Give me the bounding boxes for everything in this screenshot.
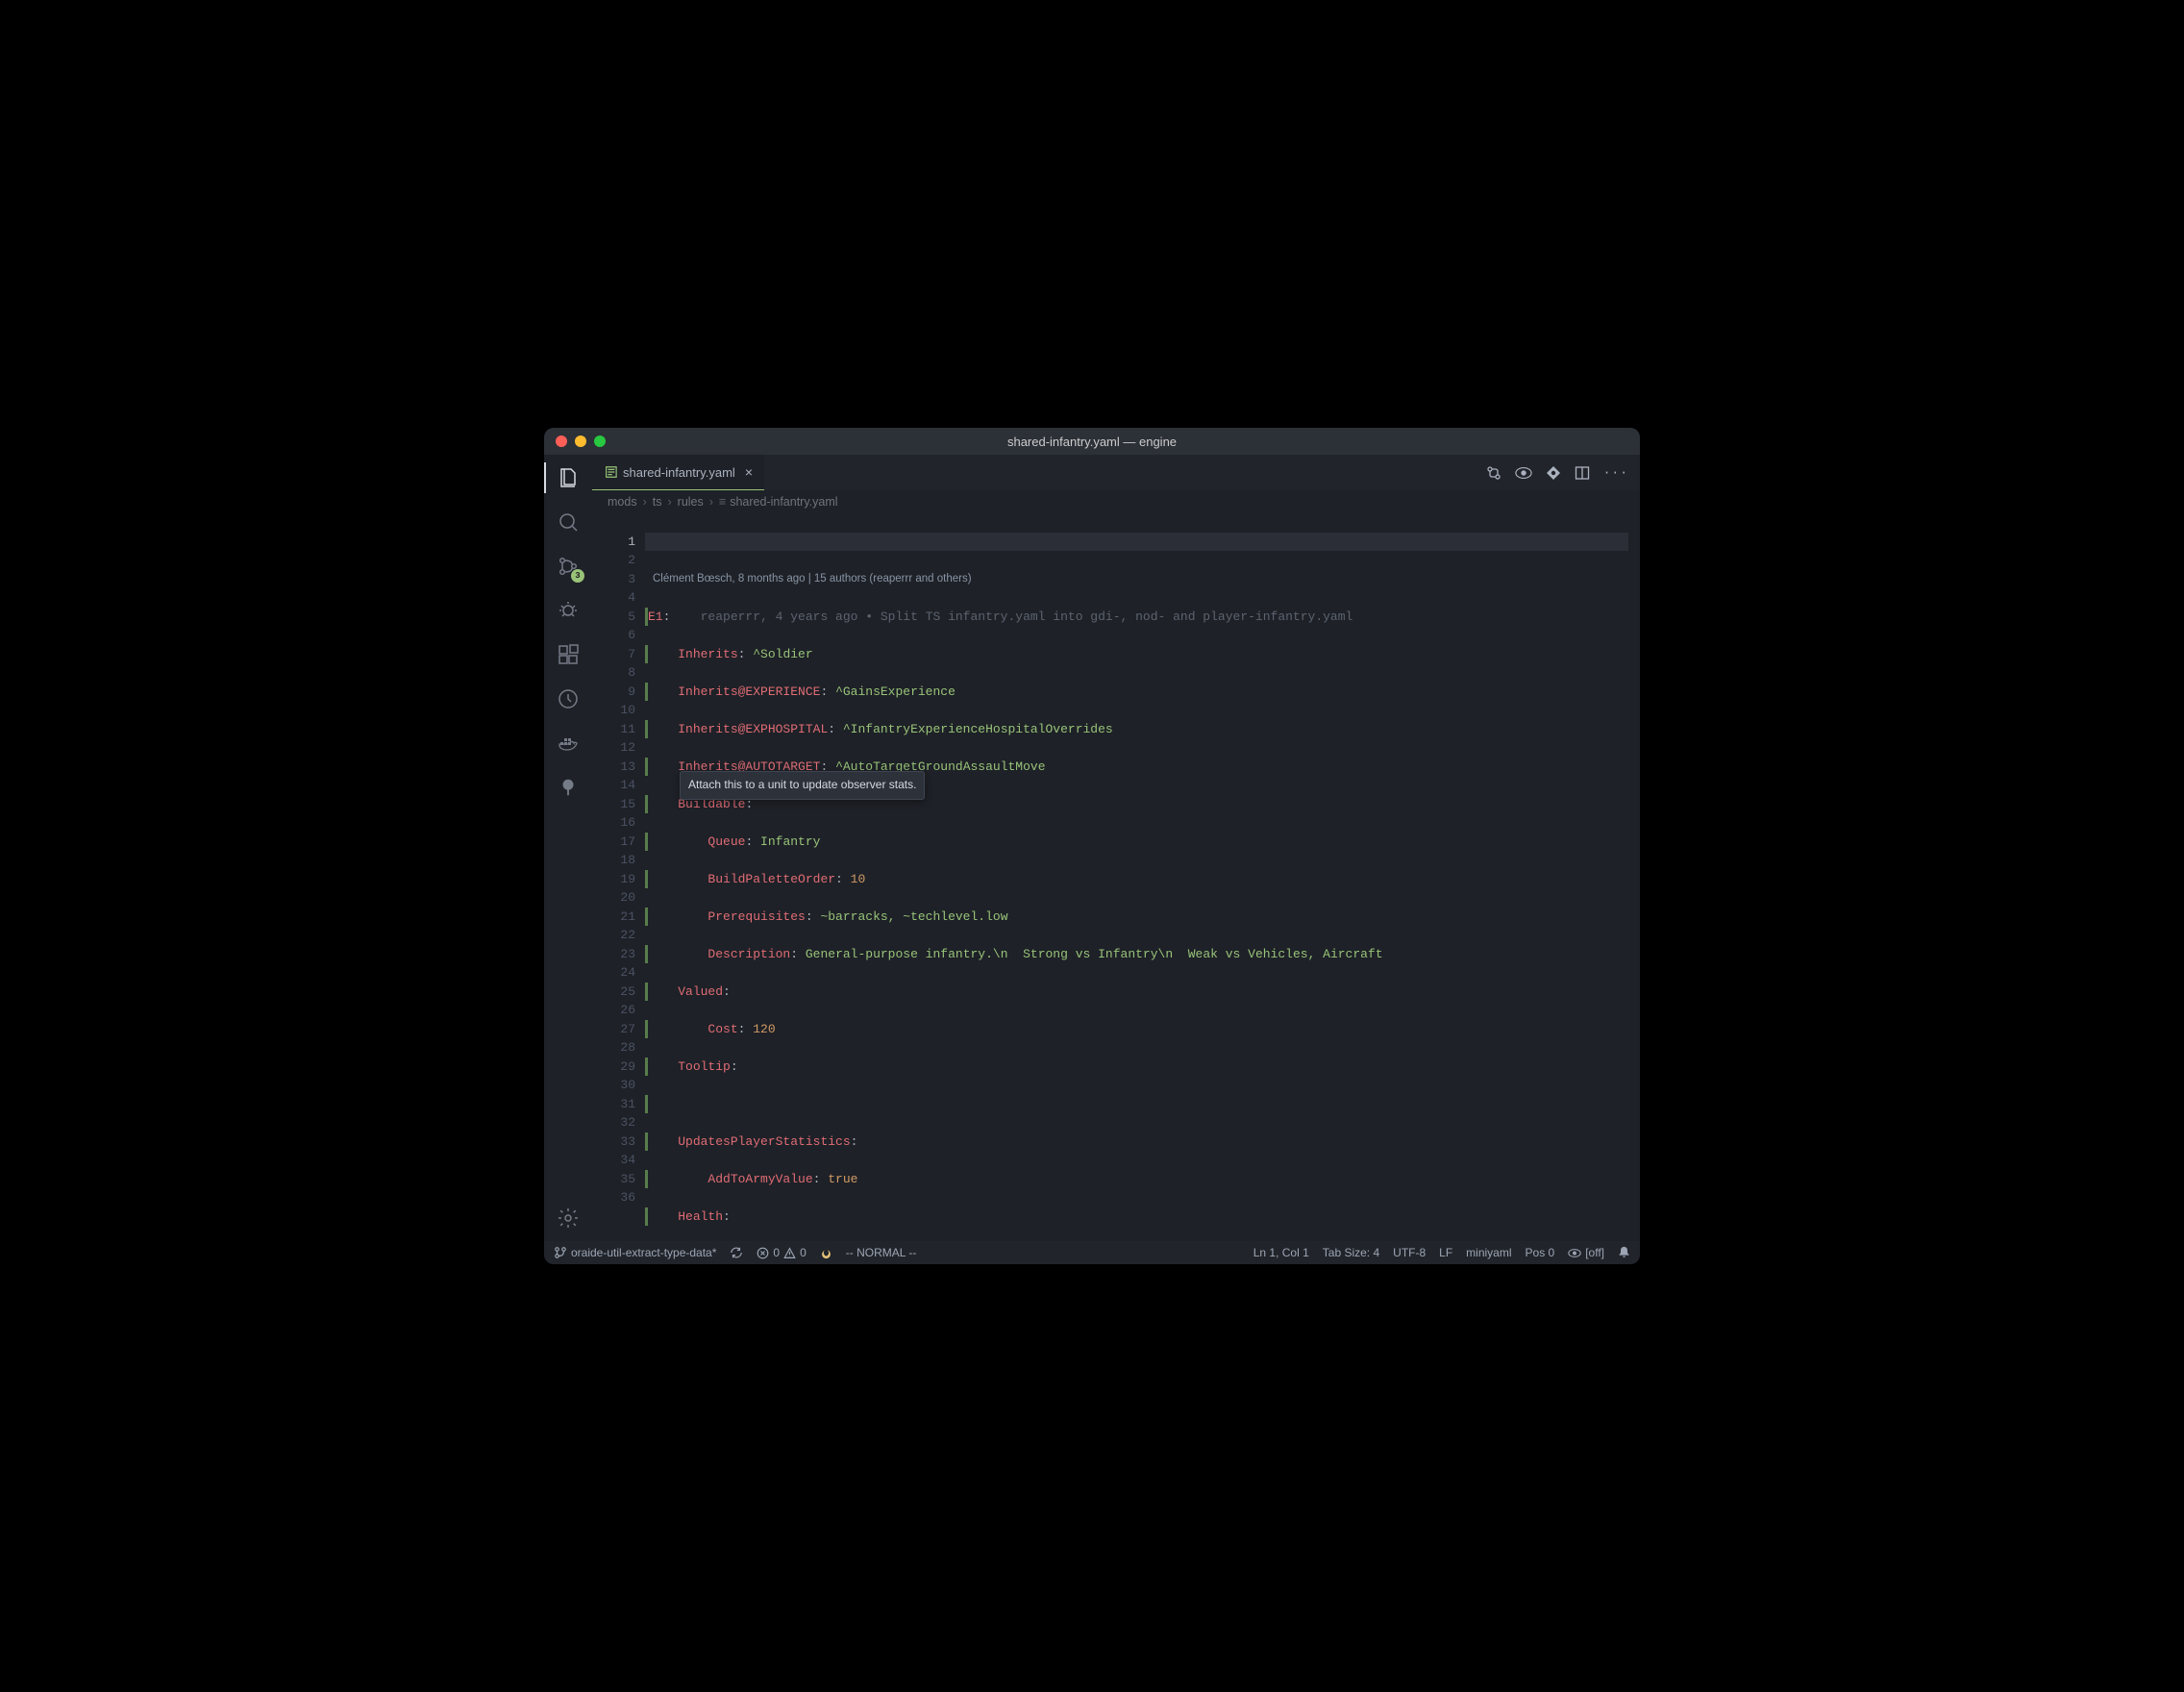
status-problems[interactable]: 0 0 <box>757 1246 806 1259</box>
branch-icon <box>554 1246 567 1259</box>
codelens-authors[interactable]: Clément Bœsch, 8 months ago | 15 authors… <box>645 570 1640 589</box>
line-number-gutter: 1 2 3 4 5 6 7 8 9 10 11 12 13 14 15 16 1 <box>592 513 645 1241</box>
status-flame[interactable] <box>820 1246 832 1259</box>
docker-icon <box>557 732 580 755</box>
prettier-icon[interactable] <box>1546 465 1561 481</box>
tab-shared-infantry[interactable]: shared-infantry.yaml × <box>592 455 764 490</box>
debug-activity[interactable] <box>555 597 582 624</box>
chevron-right-icon: › <box>667 495 671 509</box>
tab-label: shared-infantry.yaml <box>623 465 735 480</box>
window-title: shared-infantry.yaml — engine <box>1007 435 1177 449</box>
editor-area: shared-infantry.yaml × ··· mods › ts › r… <box>592 455 1640 1241</box>
code-content[interactable]: Clément Bœsch, 8 months ago | 15 authors… <box>645 513 1640 1241</box>
split-editor-icon[interactable] <box>1575 465 1590 481</box>
chevron-right-icon: › <box>709 495 713 509</box>
remote-icon <box>557 687 580 710</box>
search-icon <box>557 510 580 534</box>
extensions-activity[interactable] <box>555 641 582 668</box>
error-icon <box>757 1247 769 1259</box>
bug-icon <box>557 599 580 622</box>
status-lncol[interactable]: Ln 1, Col 1 <box>1253 1246 1309 1259</box>
breadcrumb-item[interactable]: mods <box>608 495 637 509</box>
tree-icon <box>558 777 579 798</box>
code-editor[interactable]: 1 2 3 4 5 6 7 8 9 10 11 12 13 14 15 16 1 <box>592 513 1640 1241</box>
file-icon: ≡ <box>719 495 726 509</box>
flame-icon <box>820 1246 832 1259</box>
more-icon[interactable]: ··· <box>1603 465 1628 480</box>
window-minimize-button[interactable] <box>575 435 586 447</box>
status-tabsize[interactable]: Tab Size: 4 <box>1323 1246 1379 1259</box>
docker-activity[interactable] <box>555 730 582 757</box>
breadcrumb-item[interactable]: ts <box>653 495 662 509</box>
status-notifications[interactable] <box>1618 1246 1630 1259</box>
gitlens-activity[interactable] <box>555 774 582 801</box>
gear-icon <box>557 1207 580 1230</box>
title-bar: shared-infantry.yaml — engine <box>544 428 1640 455</box>
breadcrumb-item[interactable]: rules <box>678 495 704 509</box>
editor-actions: ··· <box>1486 455 1640 490</box>
window-maximize-button[interactable] <box>594 435 606 447</box>
status-encoding[interactable]: UTF-8 <box>1393 1246 1426 1259</box>
status-eol[interactable]: LF <box>1439 1246 1452 1259</box>
git-compare-icon[interactable] <box>1486 465 1502 481</box>
extensions-icon <box>557 643 580 666</box>
sync-icon <box>730 1246 743 1259</box>
status-vim-mode: -- NORMAL -- <box>846 1246 917 1259</box>
window-controls <box>556 435 606 447</box>
hover-tooltip: Attach this to a unit to update observer… <box>680 771 925 800</box>
status-screencast[interactable]: [off] <box>1568 1246 1604 1259</box>
close-icon[interactable]: × <box>745 464 753 480</box>
settings-activity[interactable] <box>555 1205 582 1232</box>
breadcrumbs[interactable]: mods › ts › rules › ≡shared-infantry.yam… <box>592 490 1640 513</box>
status-bar: oraide-util-extract-type-data* 0 0 -- NO… <box>544 1241 1640 1264</box>
status-pos[interactable]: Pos 0 <box>1526 1246 1555 1259</box>
tabs-row: shared-infantry.yaml × ··· <box>592 455 1640 490</box>
scm-badge: 3 <box>571 569 584 583</box>
status-sync[interactable] <box>730 1246 743 1259</box>
remote-activity[interactable] <box>555 685 582 712</box>
files-icon <box>557 466 580 489</box>
active-line-highlight <box>645 533 1628 552</box>
scm-activity[interactable]: 3 <box>555 553 582 580</box>
status-branch[interactable]: oraide-util-extract-type-data* <box>554 1246 716 1259</box>
activity-bar: 3 <box>544 455 592 1241</box>
explorer-activity[interactable] <box>555 464 582 491</box>
toggle-blame-icon[interactable] <box>1515 466 1532 480</box>
status-language[interactable]: miniyaml <box>1466 1246 1511 1259</box>
chevron-right-icon: › <box>643 495 647 509</box>
bell-icon <box>1618 1246 1630 1259</box>
file-icon <box>604 465 617 479</box>
window-close-button[interactable] <box>556 435 567 447</box>
eye-icon <box>1568 1248 1581 1258</box>
app-window: shared-infantry.yaml — engine 3 <box>544 428 1640 1264</box>
warning-icon <box>783 1247 796 1259</box>
search-activity[interactable] <box>555 509 582 535</box>
breadcrumb-item[interactable]: ≡shared-infantry.yaml <box>719 495 838 509</box>
